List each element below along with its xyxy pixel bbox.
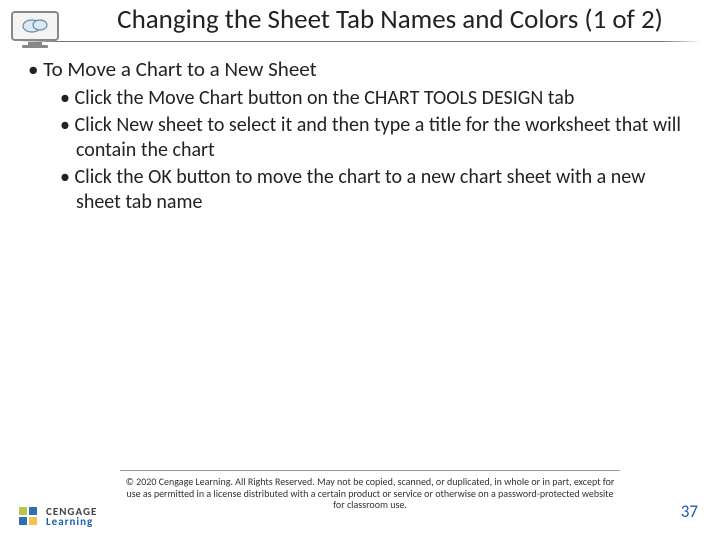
slide-footer: © 2020 Cengage Learning. All Rights Rese… (0, 470, 720, 530)
bullet-lvl2-group: Click the Move Chart button on the CHART… (28, 86, 692, 215)
page-number: 37 (681, 501, 698, 522)
slide-header: Changing the Sheet Tab Names and Colors … (0, 0, 720, 35)
slide-body: To Move a Chart to a New Sheet Click the… (0, 42, 720, 215)
brand-mark-icon (18, 506, 40, 528)
slide: Changing the Sheet Tab Names and Colors … (0, 0, 720, 540)
cloud-monitor-icon (10, 10, 60, 50)
bullet-lvl2: Click the Move Chart button on the CHART… (60, 86, 692, 111)
brand-logo: CENGAGE Learning (18, 506, 97, 528)
copyright-text: © 2020 Cengage Learning. All Rights Rese… (120, 476, 620, 511)
bullet-lvl2: Click New sheet to select it and then ty… (60, 113, 692, 163)
bullet-lvl1: To Move a Chart to a New Sheet (28, 56, 692, 82)
footer-divider (120, 470, 620, 471)
bullet-lvl2: Click the OK button to move the chart to… (60, 165, 692, 215)
slide-title: Changing the Sheet Tab Names and Colors … (70, 4, 710, 35)
brand-text: CENGAGE Learning (46, 507, 97, 527)
brand-subname: Learning (46, 517, 97, 527)
